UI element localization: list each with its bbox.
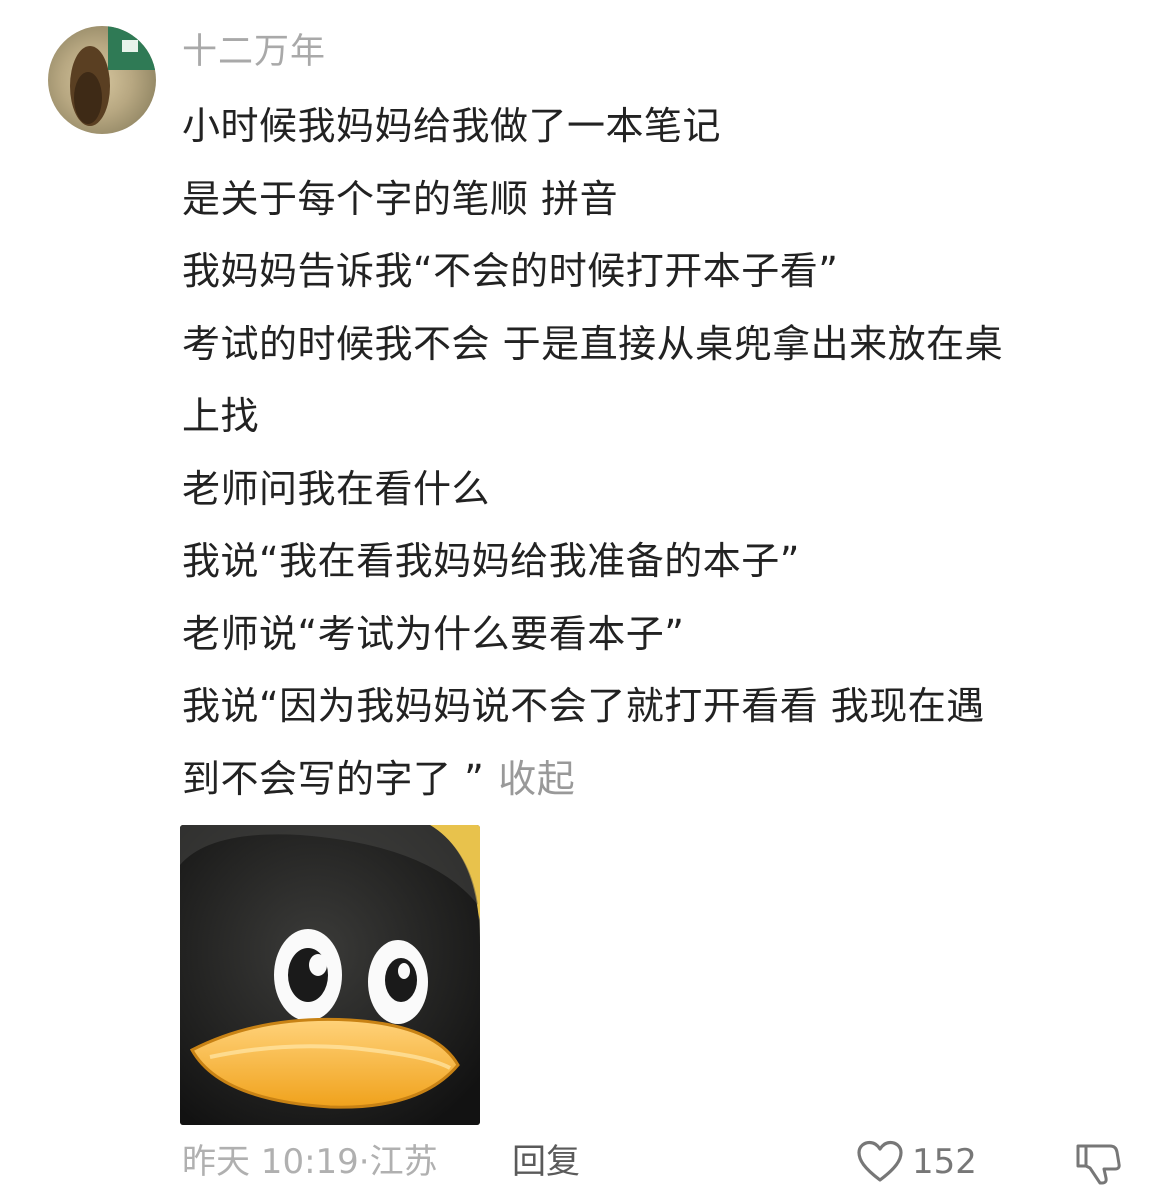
like-button[interactable]: 152 [856,1136,977,1188]
comment-line: 老师问我在看什么 [182,466,491,511]
comment-line: 上找 [182,394,260,438]
comment-line-text: 到不会写的字了 ” [182,756,485,801]
comment-text: 小时候我妈妈给我做了一本笔记 是关于每个字的笔顺 拼音 我妈妈告诉我“不会的时候… [182,90,1132,815]
comment-line: 小时候我妈妈给我做了一本笔记 [182,104,722,148]
username[interactable]: 十二万年 [182,28,326,76]
comment-line: 考试的时候我不会 于是直接从桌兜拿出来放在桌 [182,321,1004,366]
sticker-image[interactable] [180,825,480,1125]
reply-button[interactable]: 回复 [512,1136,580,1188]
comment-item: 十二万年 小时候我妈妈给我做了一本笔记 是关于每个字的笔顺 拼音 我妈妈告诉我“… [0,0,1170,1195]
dislike-button[interactable] [1072,1138,1124,1186]
comment-line: 老师说“考试为什么要看本子” [182,611,685,656]
comment-line-last: 到不会写的字了 ” 收起 [182,743,1132,816]
comment-line: 我说“我在看我妈妈给我准备的本子” [182,539,800,583]
comment-timestamp: 昨天 10:19 [182,1142,359,1182]
comment-line: 是关于每个字的笔顺 拼音 [182,176,619,221]
collapse-link[interactable]: 收起 [498,757,575,801]
comment-location: 江苏 [369,1142,438,1182]
user-avatar[interactable] [48,26,156,134]
thumbs-down-outline-icon [1076,1144,1121,1185]
comment-line: 我妈妈告诉我“不会的时候打开本子看” [182,249,839,293]
qq-penguin-icon [180,825,480,1125]
comment-meta: 昨天 10:19·江苏 [182,1136,438,1188]
heart-outline-icon [857,1140,903,1182]
avatar-image [48,26,156,134]
comment-line: 我说“因为我妈妈说不会了就打开看看 我现在遇 [182,684,985,728]
meta-separator: · [358,1142,370,1182]
like-count: 152 [912,1142,977,1182]
